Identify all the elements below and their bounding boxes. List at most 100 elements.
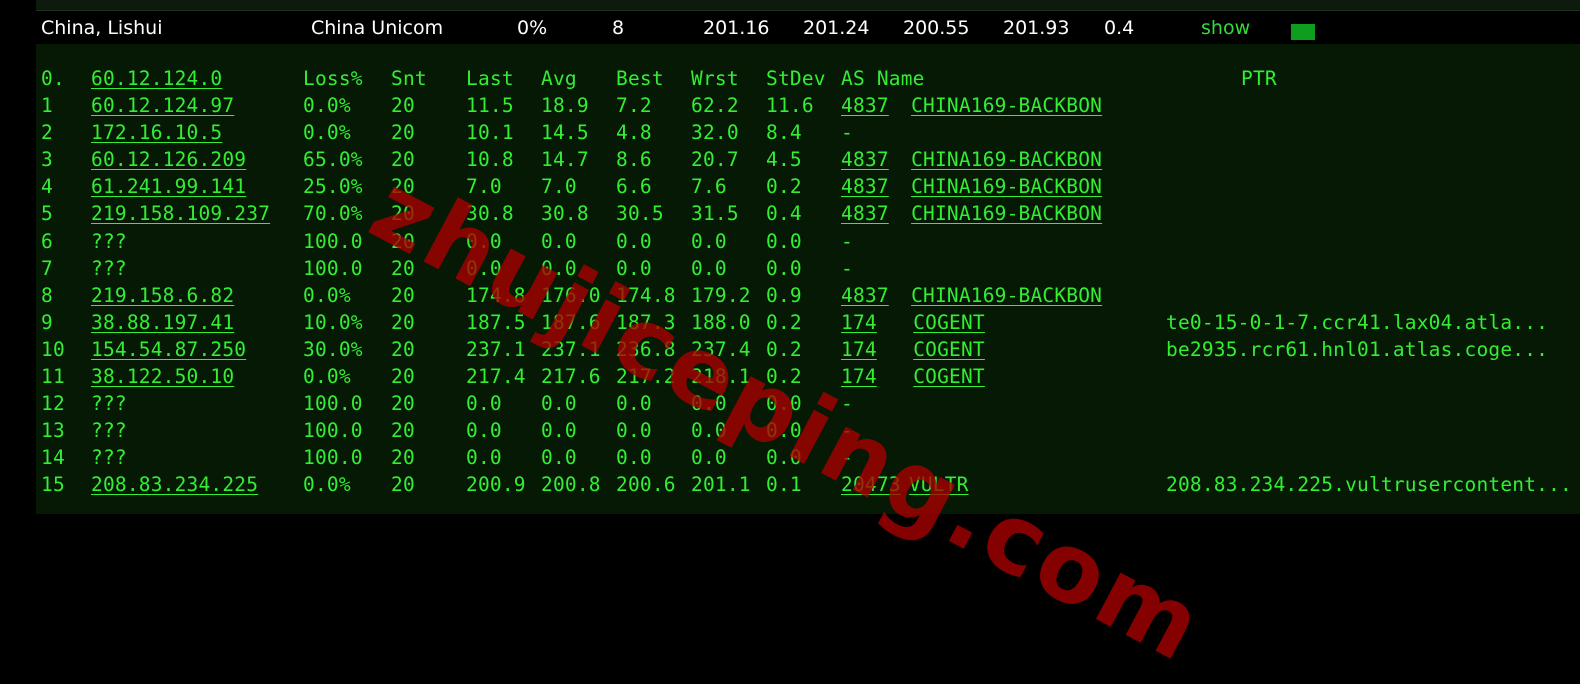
hop-as-link: - bbox=[841, 229, 853, 253]
header-host-link[interactable]: 60.12.124.0 bbox=[91, 65, 222, 92]
status-indicator bbox=[1291, 24, 1315, 40]
hop-last: 10.8 bbox=[466, 148, 514, 172]
hop-as-name: CHINA169-BACKBON bbox=[911, 202, 1103, 226]
hop-stdev: 0.0 bbox=[766, 446, 802, 470]
summary-stdev: 0.4 bbox=[1104, 17, 1135, 39]
hop-stdev: 4.5 bbox=[766, 148, 802, 172]
hop-as-link[interactable]: 174 COGENT bbox=[841, 363, 985, 390]
hop-loss: 0.0% bbox=[303, 365, 351, 388]
hop-host-link[interactable]: 219.158.6.82 bbox=[91, 282, 234, 309]
hop-worst: 218.1 bbox=[691, 365, 751, 388]
hop-as-name: COGENT bbox=[913, 310, 985, 334]
hop-number: 15 bbox=[41, 473, 65, 497]
hop-as-name: COGENT bbox=[913, 365, 985, 388]
hop-row: 7??? 100.0 20 0.0 0.0 0.0 0.0 0.0 - bbox=[36, 255, 1580, 282]
header-snt: Snt bbox=[391, 67, 427, 90]
hop-host-link[interactable]: 60.12.124.97 bbox=[91, 92, 234, 119]
hop-last: 217.4 bbox=[466, 365, 526, 388]
hop-stdev: 0.9 bbox=[766, 283, 802, 307]
hop-worst: 0.0 bbox=[691, 419, 727, 443]
hop-stdev: 0.2 bbox=[766, 175, 802, 199]
hop-number: 10 bbox=[41, 337, 65, 361]
hop-best: 0.0 bbox=[616, 229, 652, 253]
hop-best: 6.6 bbox=[616, 175, 652, 199]
hop-last: 0.0 bbox=[466, 419, 502, 443]
hop-sent: 20 bbox=[391, 283, 415, 307]
hop-as-link[interactable]: 4837 CHINA169-BACKBON bbox=[841, 146, 1102, 173]
hop-as-link[interactable]: 20473 VULTR bbox=[841, 471, 969, 498]
hop-row: 14??? 100.0 20 0.0 0.0 0.0 0.0 0.0 - bbox=[36, 444, 1580, 471]
hop-as-link: - bbox=[841, 121, 853, 145]
hop-as-link[interactable]: 4837 CHINA169-BACKBON bbox=[841, 173, 1102, 200]
hop-avg: 0.0 bbox=[541, 229, 577, 253]
hop-as-name: CHINA169-BACKBON bbox=[911, 283, 1103, 307]
hop-stdev: 0.2 bbox=[766, 337, 802, 361]
hop-avg: 7.0 bbox=[541, 175, 577, 199]
summary-isp: China Unicom bbox=[311, 17, 444, 39]
hop-host-link[interactable]: 38.122.50.10 bbox=[91, 363, 234, 390]
hop-sent: 20 bbox=[391, 473, 415, 497]
hop-host-link: ??? bbox=[91, 446, 127, 470]
hop-as-link: - bbox=[841, 392, 853, 416]
hop-row: 12??? 100.0 20 0.0 0.0 0.0 0.0 0.0 - bbox=[36, 390, 1580, 417]
hop-loss: 65.0% bbox=[303, 148, 363, 172]
hop-loss: 10.0% bbox=[303, 310, 363, 334]
hop-host-link[interactable]: 208.83.234.225 bbox=[91, 471, 258, 498]
hop-best: 236.8 bbox=[616, 337, 676, 361]
hop-loss: 70.0% bbox=[303, 202, 363, 226]
hop-avg: 0.0 bbox=[541, 392, 577, 416]
hop-worst: 0.0 bbox=[691, 256, 727, 280]
hop-worst: 20.7 bbox=[691, 148, 739, 172]
hop-host-link[interactable]: 60.12.126.209 bbox=[91, 146, 246, 173]
hop-host-link[interactable]: 61.241.99.141 bbox=[91, 173, 246, 200]
hop-row: 1 60.12.124.97 0.0% 20 11.5 18.9 7.2 62.2 11.6 48… bbox=[36, 92, 1580, 119]
hop-host-link: ??? bbox=[91, 392, 127, 416]
hop-avg: 0.0 bbox=[541, 256, 577, 280]
hop-last: 237.1 bbox=[466, 337, 526, 361]
hop-as-link[interactable]: 174 COGENT bbox=[841, 309, 985, 336]
hop-as-link[interactable]: 174 COGENT bbox=[841, 336, 985, 363]
hop-avg: 0.0 bbox=[541, 446, 577, 470]
hop-last: 0.0 bbox=[466, 392, 502, 416]
hop-row: 5 219.158.109.237 70.0% 20 30.8 30.8 30.5 31.5 0… bbox=[36, 200, 1580, 227]
hop-host-link[interactable]: 154.54.87.250 bbox=[91, 336, 246, 363]
hop-host-link[interactable]: 172.16.10.5 bbox=[91, 119, 222, 146]
header-wrst: Wrst bbox=[691, 67, 739, 90]
summary-sent: 8 bbox=[612, 17, 625, 39]
hop-worst: 188.0 bbox=[691, 310, 751, 334]
hop-worst: 0.0 bbox=[691, 229, 727, 253]
hop-host-link: ??? bbox=[91, 256, 127, 280]
hop-asn: 174 bbox=[841, 310, 877, 334]
hop-row: 8 219.158.6.82 0.0% 20 174.8 176.0 174.8 179.2 0… bbox=[36, 282, 1580, 309]
show-button[interactable]: show bbox=[1201, 17, 1250, 39]
mtr-report: 0. 60.12.124.0 Loss% Snt Last Avg Best W… bbox=[36, 44, 1580, 514]
summary-loss: 0% bbox=[517, 17, 548, 39]
header-best: Best bbox=[616, 67, 664, 90]
hop-number: 3 bbox=[41, 148, 53, 172]
hop-avg: 14.5 bbox=[541, 121, 589, 145]
hop-row: 11 38.122.50.10 0.0% 20 217.4 217.6 217.2 218.1… bbox=[36, 363, 1580, 390]
hop-worst: 7.6 bbox=[691, 175, 727, 199]
hop-last: 0.0 bbox=[466, 446, 502, 470]
hop-sent: 20 bbox=[391, 202, 415, 226]
hop-asn: 4837 bbox=[841, 202, 889, 226]
hop-stdev: 0.2 bbox=[766, 310, 802, 334]
hop-worst: 201.1 bbox=[691, 473, 751, 497]
hop-best: 7.2 bbox=[616, 94, 652, 117]
hop-host-link[interactable]: 219.158.109.237 bbox=[91, 200, 270, 227]
hop-host-link[interactable]: 38.88.197.41 bbox=[91, 309, 234, 336]
hop-as-link[interactable]: 4837 CHINA169-BACKBON bbox=[841, 282, 1102, 309]
hop-asn: 174 bbox=[841, 365, 877, 388]
hop-stdev: 0.0 bbox=[766, 229, 802, 253]
hop-sent: 20 bbox=[391, 94, 415, 117]
hop-as-link[interactable]: 4837 CHINA169-BACKBON bbox=[841, 200, 1102, 227]
hop-best: 8.6 bbox=[616, 148, 652, 172]
hop-row: 2 172.16.10.5 0.0% 20 10.1 14.5 4.8 32.0 8.4 - bbox=[36, 119, 1580, 146]
summary-location: China, Lishui bbox=[41, 17, 163, 39]
hop-loss: 100.0 bbox=[303, 392, 363, 416]
hop-best: 217.2 bbox=[616, 365, 676, 388]
hop-as-link[interactable]: 4837 CHINA169-BACKBON bbox=[841, 92, 1102, 119]
hop-avg: 176.0 bbox=[541, 283, 601, 307]
hop-avg: 237.1 bbox=[541, 337, 601, 361]
hop-asn: 20473 bbox=[841, 473, 901, 497]
